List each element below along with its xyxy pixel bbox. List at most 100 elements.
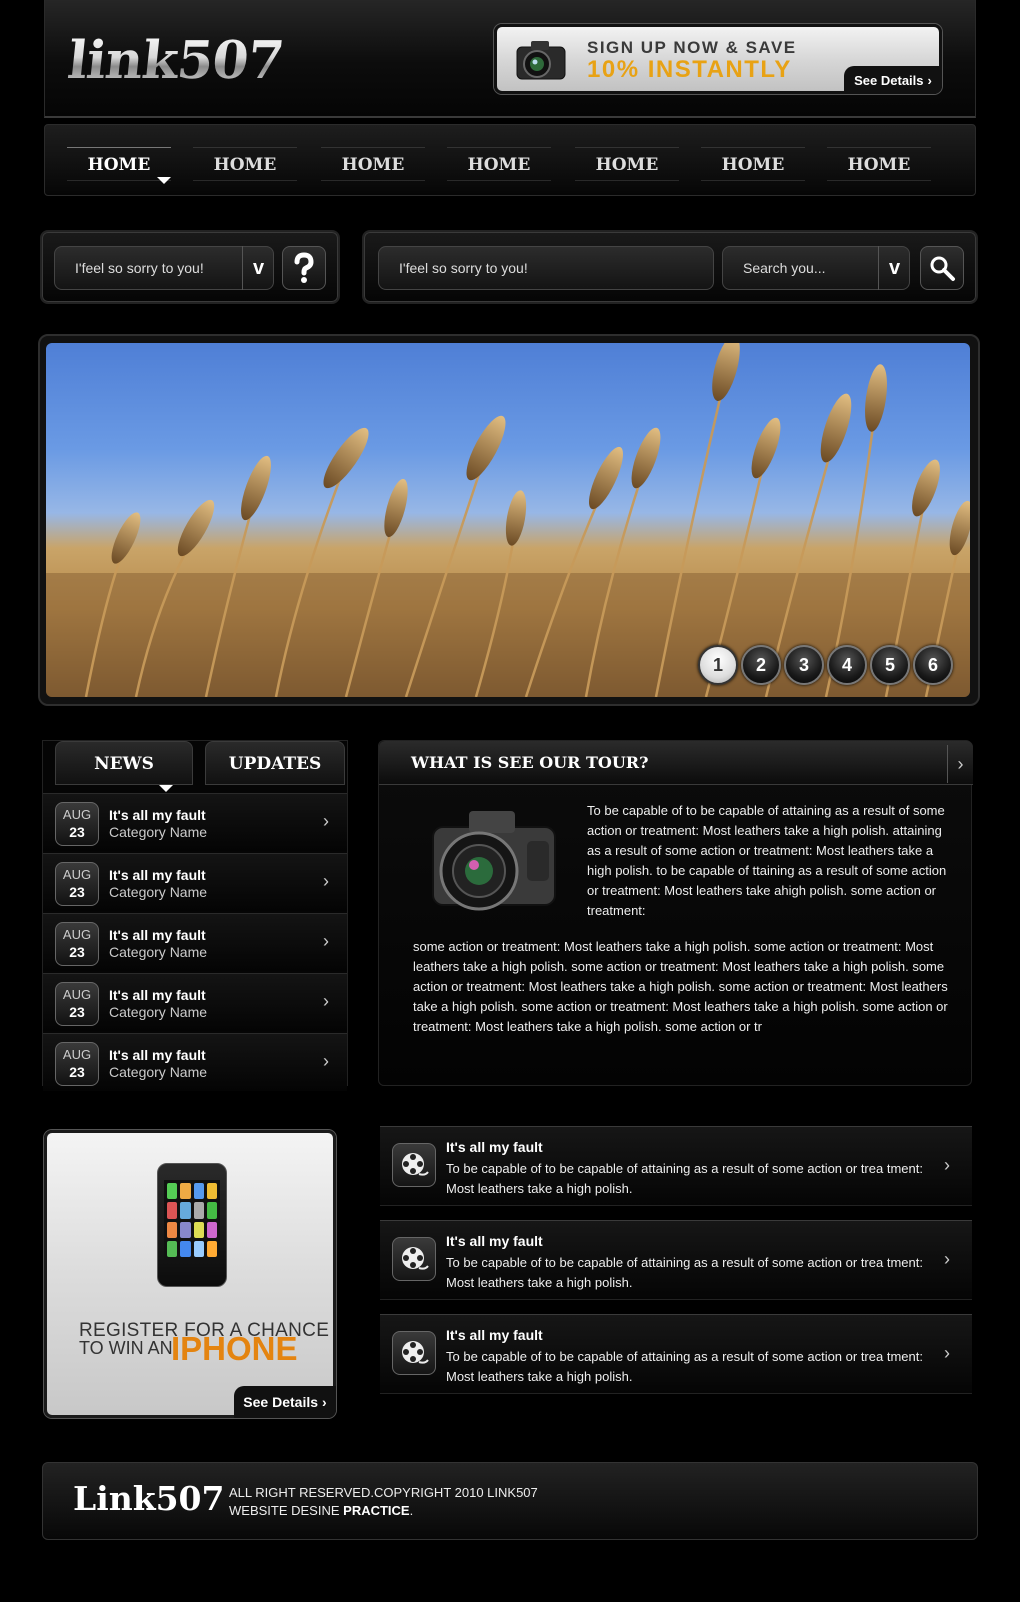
news-item[interactable]: AUG 23 It's all my fault Category Name › — [43, 913, 347, 971]
feature-item[interactable]: It's all my fault To be capable of to be… — [380, 1126, 972, 1206]
nav-item-home[interactable]: HOME — [701, 147, 805, 181]
date-day: 23 — [69, 884, 85, 900]
date-badge: AUG 23 — [55, 802, 99, 846]
site-logo[interactable]: link507 — [65, 30, 286, 91]
feature-item[interactable]: It's all my fault To be capable of to be… — [380, 1314, 972, 1394]
question-icon — [294, 252, 314, 283]
chevron-right-icon: › — [927, 72, 932, 88]
iphone-screen — [164, 1180, 220, 1260]
tour-more-button[interactable]: › — [947, 745, 973, 783]
quick-select-field[interactable]: I'feel so sorry to you! — [54, 246, 274, 290]
promo-headline: SIGN UP NOW & SAVE — [587, 38, 797, 57]
chevron-right-icon: › — [323, 1051, 329, 1071]
date-day: 23 — [69, 824, 85, 840]
date-day: 23 — [69, 944, 85, 960]
help-button[interactable] — [282, 246, 326, 290]
tab-news[interactable]: NEWS — [55, 741, 193, 785]
nav-item-home[interactable]: HOME — [193, 147, 297, 181]
date-badge: AUG 23 — [55, 982, 99, 1026]
see-details-button[interactable]: See Details › — [234, 1386, 336, 1418]
search-scope-value: Search you... — [743, 260, 826, 276]
chevron-right-icon: › — [323, 811, 329, 831]
news-item[interactable]: AUG 23 It's all my fault Category Name › — [43, 1033, 347, 1091]
chevron-down-icon: v — [888, 256, 901, 279]
date-month: AUG — [62, 807, 92, 822]
promo-win-line: TO WIN AN — [79, 1338, 173, 1358]
nav-item-home[interactable]: HOME — [447, 147, 551, 181]
chevron-right-icon: › — [323, 991, 329, 1011]
feature-text: To be capable of to be capable of attain… — [446, 1349, 923, 1384]
promo-offer: 10% INSTANTLY — [587, 56, 792, 83]
slider-page-2[interactable]: 2 — [741, 645, 781, 685]
slider-page-6[interactable]: 6 — [913, 645, 953, 685]
chevron-right-icon: › — [323, 871, 329, 891]
chevron-right-icon: › — [322, 1394, 327, 1410]
quick-select-dropdown-button[interactable]: v — [242, 246, 274, 290]
date-day: 23 — [69, 1064, 85, 1080]
signup-promo-banner[interactable]: SIGN UP NOW & SAVE 10% INSTANTLY See Det… — [494, 24, 942, 94]
news-item[interactable]: AUG 23 It's all my fault Category Name › — [43, 793, 347, 851]
wheat-field-illustration — [46, 343, 970, 697]
active-tab-indicator-icon — [159, 785, 173, 792]
slider-page-4[interactable]: 4 — [827, 645, 867, 685]
quick-select-value: I'feel so sorry to you! — [75, 260, 204, 276]
feature-title: It's all my fault — [446, 1327, 543, 1343]
feature-text: To be capable of to be capable of attain… — [446, 1161, 923, 1196]
nav-item-home[interactable]: HOME — [575, 147, 679, 181]
film-reel-icon — [392, 1331, 436, 1375]
active-indicator-icon — [157, 177, 171, 184]
nav-item-home[interactable]: HOME — [321, 147, 425, 181]
feature-text: To be capable of to be capable of attain… — [446, 1255, 923, 1290]
search-panel: I'feel so sorry to you! Search you... v — [362, 230, 978, 304]
feature-title: It's all my fault — [446, 1233, 543, 1249]
tour-panel: WHAT IS SEE OUR TOUR? › To be capable of… — [378, 740, 973, 1086]
see-details-button[interactable]: See Details › — [844, 66, 942, 94]
news-item[interactable]: AUG 23 It's all my fault Category Name › — [43, 973, 347, 1031]
camera-icon — [432, 811, 556, 911]
camera-icon — [516, 41, 566, 80]
tab-updates[interactable]: UPDATES — [205, 741, 345, 785]
news-category: Category Name — [109, 1064, 208, 1080]
search-icon — [930, 256, 955, 281]
see-details-label: See Details — [243, 1394, 319, 1410]
date-badge: AUG 23 — [55, 922, 99, 966]
see-details-label: See Details — [854, 72, 924, 88]
footer: Link507 ALL RIGHT RESERVED.COPYRIGHT 201… — [42, 1462, 978, 1540]
news-title: It's all my fault — [109, 807, 206, 823]
nav-item-home[interactable]: HOME — [67, 147, 171, 181]
hero-image-wheat-field — [46, 343, 970, 697]
promo-iphone-highlight: IPHONE — [171, 1330, 298, 1367]
news-title: It's all my fault — [109, 1047, 206, 1063]
iphone-promo-banner[interactable]: REGISTER FOR A CHANCE TO WIN AN IPHONE S… — [44, 1130, 336, 1418]
quick-select-panel: I'feel so sorry to you! v — [40, 230, 340, 304]
search-button[interactable] — [920, 246, 964, 290]
search-scope-dropdown-button[interactable]: v — [878, 246, 910, 290]
tour-paragraph-intro: To be capable of to be capable of attain… — [587, 803, 947, 918]
main-nav: HOME HOME HOME HOME HOME HOME HOME — [44, 124, 976, 196]
slider-page-5[interactable]: 5 — [870, 645, 910, 685]
news-category: Category Name — [109, 944, 208, 960]
date-month: AUG — [62, 1047, 92, 1062]
chevron-right-icon: › — [944, 1155, 950, 1175]
slider-page-1[interactable]: 1 — [698, 645, 738, 685]
date-day: 23 — [69, 1004, 85, 1020]
credit-emphasis: PRACTICE — [343, 1503, 410, 1518]
search-input[interactable]: I'feel so sorry to you! — [378, 246, 714, 290]
chevron-right-icon: › — [323, 931, 329, 951]
copyright-text: ALL RIGHT RESERVED.COPYRIGHT 2010 LINK50… — [229, 1485, 538, 1500]
footer-logo[interactable]: Link507 — [73, 1479, 224, 1518]
chevron-down-icon: v — [252, 256, 265, 279]
film-reel-icon — [392, 1143, 436, 1187]
slider-page-3[interactable]: 3 — [784, 645, 824, 685]
tour-header: WHAT IS SEE OUR TOUR? › — [379, 741, 973, 785]
news-panel: NEWS UPDATES AUG 23 It's all my fault Ca… — [42, 740, 348, 1091]
date-badge: AUG 23 — [55, 862, 99, 906]
nav-item-home[interactable]: HOME — [827, 147, 931, 181]
chevron-right-icon: › — [944, 1249, 950, 1269]
date-month: AUG — [62, 927, 92, 942]
news-title: It's all my fault — [109, 927, 206, 943]
film-reel-icon — [392, 1237, 436, 1281]
feature-item[interactable]: It's all my fault To be capable of to be… — [380, 1220, 972, 1300]
news-item[interactable]: AUG 23 It's all my fault Category Name › — [43, 853, 347, 911]
search-input-value: I'feel so sorry to you! — [399, 260, 528, 276]
